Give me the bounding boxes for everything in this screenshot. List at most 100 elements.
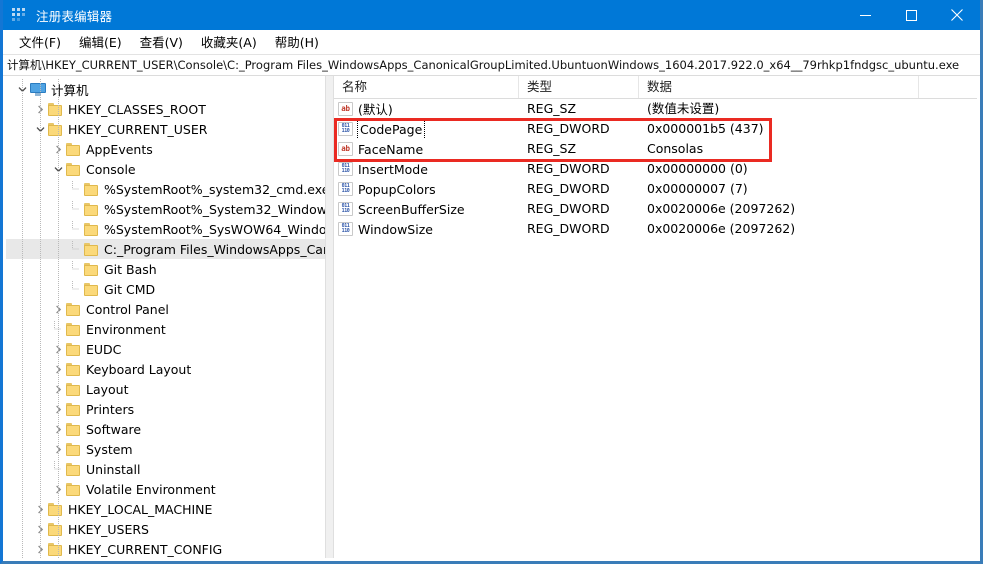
minimize-button[interactable] [842,0,888,30]
tree-item-label: Control Panel [86,301,169,317]
value-data-cell: 0x000001b5 (437) [647,121,764,136]
tree-item-label: Git CMD [104,281,156,297]
tree-item-label: Uninstall [86,461,141,477]
value-name-label: WindowSize [358,221,433,237]
value-data-cell: 0x00000000 (0) [647,161,748,176]
folder-icon [84,222,99,236]
maximize-button[interactable] [888,0,934,30]
registry-tree: 计算机 HKEY_CLASSES_ROOT HKEY_CURRENT_USER App… [6,76,325,558]
tree-item-label: %SystemRoot%_system32_cmd.exe [104,181,325,197]
registry-tree-pane[interactable]: 计算机 HKEY_CLASSES_ROOT HKEY_CURRENT_USER App… [6,76,325,558]
registry-values-pane[interactable]: 名称 类型 数据 ab (默认) REG_SZ (数值未设置) 011 110 CodePa… [334,76,977,558]
tree-item[interactable]: %SystemRoot%_system32_cmd.exe [6,179,325,199]
tree-item[interactable]: System [6,439,325,459]
main-content: 计算机 HKEY_CLASSES_ROOT HKEY_CURRENT_USER App… [6,76,977,558]
column-header-data[interactable]: 数据 [639,76,919,98]
column-header-type[interactable]: 类型 [519,76,639,98]
value-name-cell: ab (默认) [334,99,519,119]
dword-value-icon: 011 110 [338,122,353,136]
tree-item[interactable]: Software [6,419,325,439]
value-name-label: ScreenBufferSize [358,201,465,217]
value-name-cell: 011 110 CodePage [334,119,519,139]
value-name-label: PopupColors [358,181,436,197]
registry-icon [12,7,28,23]
tree-item[interactable]: HKEY_CLASSES_ROOT [6,99,325,119]
tree-item[interactable]: Uninstall [6,459,325,479]
table-row[interactable]: ab FaceName REG_SZ Consolas [334,139,977,159]
tree-leaf-connector [68,201,84,217]
tree-item[interactable]: Layout [6,379,325,399]
tree-item[interactable]: EUDC [6,339,325,359]
tree-item[interactable]: Git Bash [6,259,325,279]
tree-item-label: HKEY_LOCAL_MACHINE [68,501,213,517]
tree-item[interactable]: C:_Program Files_WindowsApps_Canoni [6,239,325,259]
table-row[interactable]: ab (默认) REG_SZ (数值未设置) [334,99,977,119]
tree-item-label: Console [86,161,136,177]
folder-icon [66,442,81,456]
tree-item[interactable]: Printers [6,399,325,419]
tree-item[interactable]: HKEY_USERS [6,519,325,539]
column-header-filler [919,76,977,98]
tree-item-label: C:_Program Files_WindowsApps_Canoni [104,241,325,257]
tree-item-label: HKEY_CURRENT_CONFIG [68,541,223,557]
tree-item[interactable]: Volatile Environment [6,479,325,499]
folder-icon [84,262,99,276]
list-header: 名称 类型 数据 [334,76,977,99]
column-header-name[interactable]: 名称 [334,76,519,98]
value-data-cell: (数值未设置) [647,101,720,116]
dword-value-icon: 011 110 [338,222,353,236]
folder-icon [66,462,81,476]
value-name-cell: 011 110 WindowSize [334,219,519,239]
tree-item[interactable]: %SystemRoot%_System32_WindowsPow [6,199,325,219]
folder-icon [66,402,81,416]
tree-item[interactable]: Git CMD [6,279,325,299]
pane-splitter[interactable] [325,76,334,558]
tree-item[interactable]: Control Panel [6,299,325,319]
value-type-cell: REG_DWORD [527,181,610,196]
table-row[interactable]: 011 110 PopupColors REG_DWORD 0x00000007 (7) [334,179,977,199]
tree-item[interactable]: HKEY_LOCAL_MACHINE [6,499,325,519]
folder-icon [66,142,81,156]
value-type-cell: REG_DWORD [527,161,610,176]
menu-edit[interactable]: 编辑(E) [70,30,131,54]
folder-icon [48,522,63,536]
tree-item-label: %SystemRoot%_SysWOW64_WindowsPo [104,221,325,237]
minimize-icon [859,14,871,16]
tree-item[interactable]: Keyboard Layout [6,359,325,379]
address-bar[interactable]: 计算机\HKEY_CURRENT_USER\Console\C:_Program… [3,54,980,76]
value-type-cell: REG_SZ [527,141,577,156]
folder-icon [66,342,81,356]
tree-leaf-connector [68,241,84,257]
value-type-cell: REG_DWORD [527,221,610,236]
table-row[interactable]: 011 110 WindowSize REG_DWORD 0x0020006e (209… [334,219,977,239]
table-row[interactable]: 011 110 ScreenBufferSize REG_DWORD 0x0020006… [334,199,977,219]
folder-icon [84,202,99,216]
window-title: 注册表编辑器 [36,8,113,24]
tree-item[interactable]: HKEY_CURRENT_USER [6,119,325,139]
tree-item-label: HKEY_USERS [68,521,149,537]
menu-file[interactable]: 文件(F) [10,30,70,54]
table-row[interactable]: 011 110 InsertMode REG_DWORD 0x00000000 (0) [334,159,977,179]
tree-item[interactable]: %SystemRoot%_SysWOW64_WindowsPo [6,219,325,239]
tree-item-label: AppEvents [86,141,153,157]
tree-item[interactable]: AppEvents [6,139,325,159]
folder-icon [84,182,99,196]
menu-view[interactable]: 查看(V) [131,30,192,54]
tree-item[interactable]: 计算机 [6,79,325,99]
menu-help[interactable]: 帮助(H) [266,30,328,54]
tree-item[interactable]: Environment [6,319,325,339]
folder-icon [84,282,99,296]
tree-item[interactable]: Console [6,159,325,179]
title-bar: 注册表编辑器 [3,0,980,30]
tree-item-label: HKEY_CURRENT_USER [68,121,208,137]
tree-item[interactable]: HKEY_CURRENT_CONFIG [6,539,325,558]
menu-favorites[interactable]: 收藏夹(A) [192,30,266,54]
value-name-label: InsertMode [358,161,428,177]
folder-icon [66,422,81,436]
tree-guide-line [40,79,41,558]
table-row[interactable]: 011 110 CodePage REG_DWORD 0x000001b5 (437) [334,119,977,139]
dword-value-icon: 011 110 [338,162,353,176]
tree-item-label: %SystemRoot%_System32_WindowsPow [104,201,325,217]
close-button[interactable] [934,0,980,30]
folder-icon [48,122,63,136]
